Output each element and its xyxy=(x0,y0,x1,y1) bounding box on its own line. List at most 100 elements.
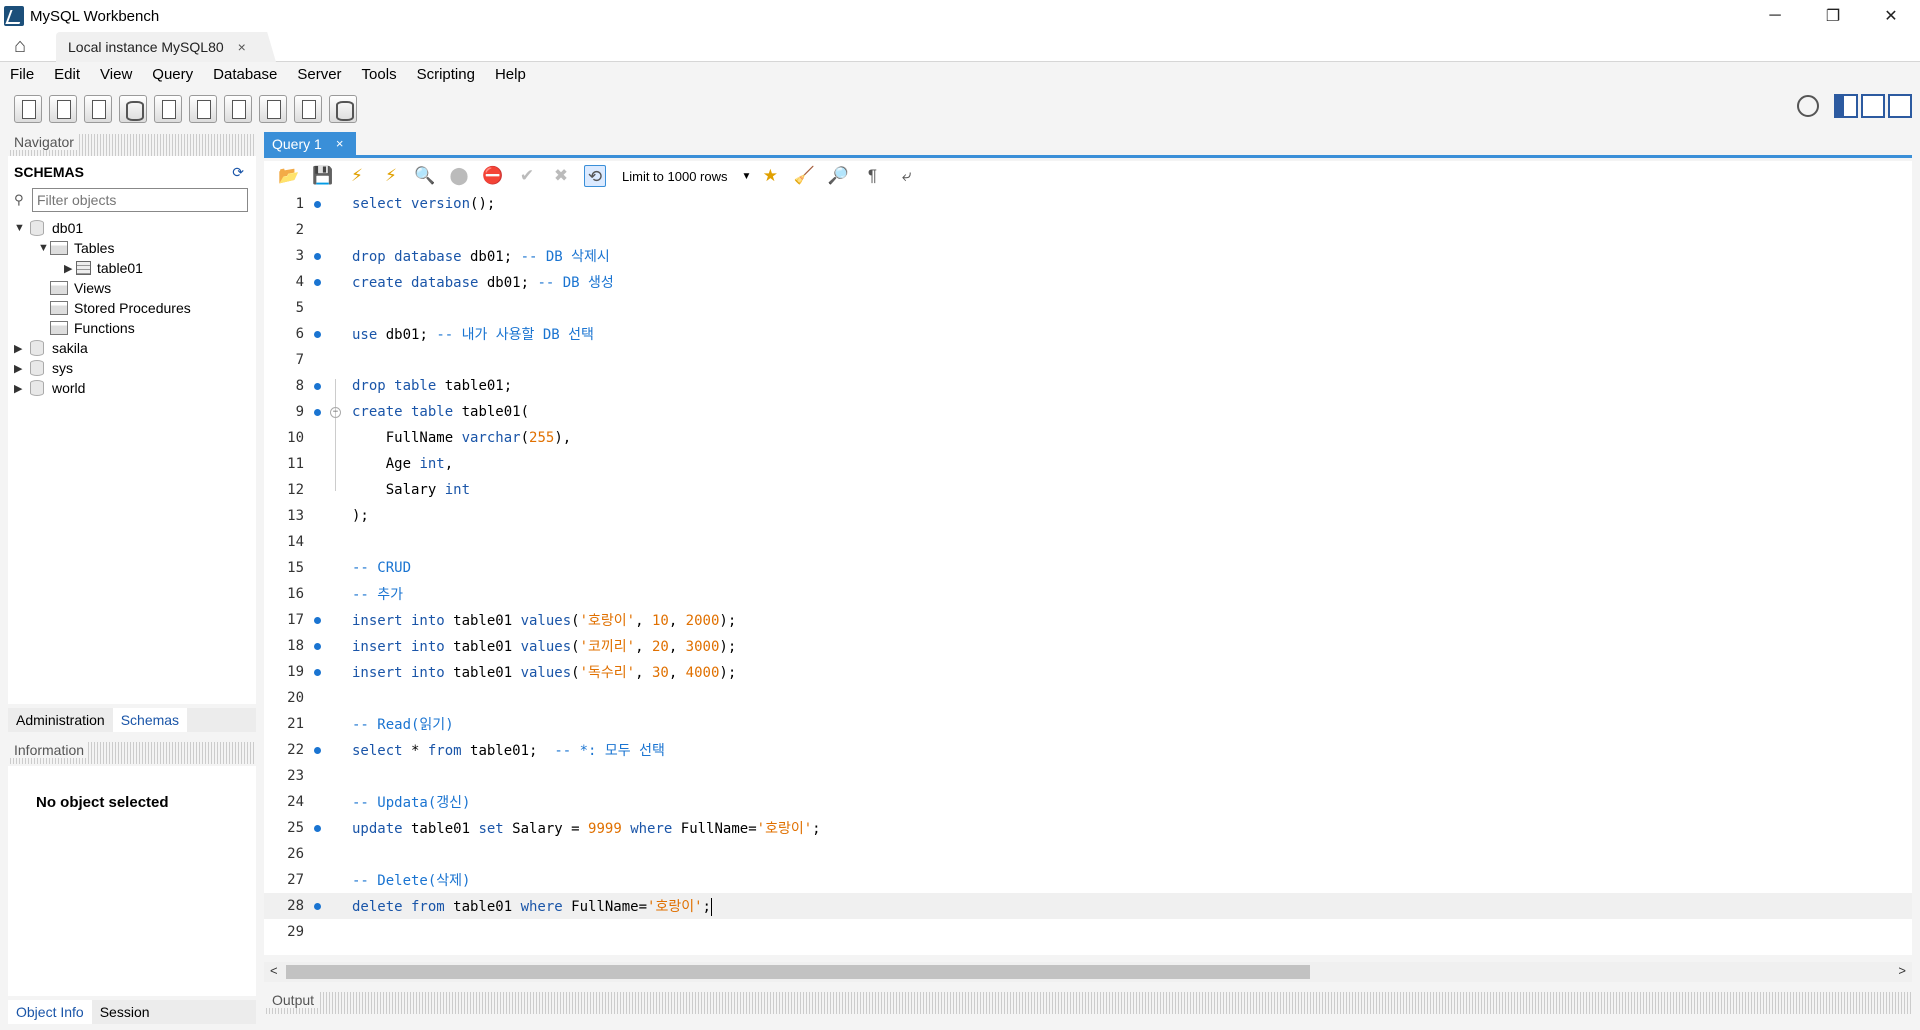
line-number: 13 xyxy=(287,508,304,524)
line-number: 25 xyxy=(287,820,304,836)
code-text: -- Delete(삭제) xyxy=(352,873,471,889)
sql-editor[interactable]: 1 select version(); 2 3 drop database db… xyxy=(264,191,1912,955)
collapse-arrow-icon[interactable]: ▼ xyxy=(14,222,26,234)
statement-marker-icon xyxy=(314,382,321,390)
tree-item-world[interactable]: ▶ world xyxy=(14,378,85,398)
line-number: 24 xyxy=(287,794,304,810)
execute-current-icon[interactable]: ⚡ xyxy=(380,165,402,187)
create-function-icon[interactable] xyxy=(259,95,287,123)
menu-file[interactable]: File xyxy=(0,66,44,83)
tree-item-stored-procedures[interactable]: Stored Procedures xyxy=(50,298,191,318)
tree-item-sys[interactable]: ▶ sys xyxy=(14,358,73,378)
tree-item-label: db01 xyxy=(52,220,84,236)
connection-tab[interactable]: Local instance MySQL80 × xyxy=(56,32,276,62)
open-file-icon[interactable]: 📂 xyxy=(278,165,300,187)
create-schema-icon[interactable] xyxy=(119,95,147,123)
tree-item-db01[interactable]: ▼ db01 xyxy=(14,218,83,238)
rollback-icon[interactable]: ✖ xyxy=(550,165,572,187)
autocommit-icon[interactable]: ⟲ xyxy=(584,165,606,187)
horizontal-scrollbar[interactable]: < > xyxy=(264,962,1912,982)
tree-item-sakila[interactable]: ▶ sakila xyxy=(14,338,88,358)
menu-help[interactable]: Help xyxy=(485,66,536,83)
menu-database[interactable]: Database xyxy=(203,66,287,83)
toggle-sidebar-icon[interactable] xyxy=(1834,94,1858,118)
layout-controls xyxy=(1797,94,1912,118)
line-number: 12 xyxy=(287,482,304,498)
tab-object-info[interactable]: Object Info xyxy=(8,1000,92,1024)
statement-marker-icon xyxy=(314,616,321,624)
title-bar: MySQL Workbench ─ ❐ ✕ xyxy=(0,0,1920,32)
word-wrap-icon[interactable]: ⤶ xyxy=(895,165,917,187)
window-controls: ─ ❐ ✕ xyxy=(1746,0,1920,32)
search-table-data-icon[interactable] xyxy=(294,95,322,123)
tree-item-functions[interactable]: Functions xyxy=(50,318,135,338)
inspector-icon[interactable] xyxy=(84,95,112,123)
expand-arrow-icon[interactable]: ▶ xyxy=(14,382,26,395)
line-number: 17 xyxy=(287,612,304,628)
connection-tab-strip: ⌂ Local instance MySQL80 × xyxy=(0,32,1920,62)
query-tab-close-icon[interactable]: × xyxy=(336,136,344,151)
tab-schemas[interactable]: Schemas xyxy=(112,708,188,732)
collapse-arrow-icon[interactable]: ▼ xyxy=(38,242,50,254)
save-icon[interactable]: 💾 xyxy=(312,165,334,187)
tab-administration[interactable]: Administration xyxy=(8,708,113,732)
tree-item-tables[interactable]: ▼ Tables xyxy=(38,238,114,258)
menu-tools[interactable]: Tools xyxy=(352,66,407,83)
menu-edit[interactable]: Edit xyxy=(44,66,90,83)
filter-objects-input[interactable] xyxy=(32,188,248,212)
scroll-right-icon[interactable]: > xyxy=(1898,963,1906,978)
information-panel: No object selected xyxy=(8,766,256,996)
new-sql-tab-icon[interactable] xyxy=(14,95,42,123)
commit-icon[interactable]: ✔ xyxy=(516,165,538,187)
code-line: 12 Salary int xyxy=(264,477,1912,503)
stop-icon[interactable]: ⬤ xyxy=(448,165,470,187)
tree-item-label: table01 xyxy=(97,260,143,276)
code-text: insert into table01 values('독수리', 30, 40… xyxy=(352,665,737,681)
code-line: 15 -- CRUD xyxy=(264,555,1912,581)
output-header: Output xyxy=(264,992,1912,1014)
create-view-icon[interactable] xyxy=(189,95,217,123)
refresh-icon[interactable]: ⟳ xyxy=(232,164,244,181)
folder-icon xyxy=(50,241,68,255)
reconnect-icon[interactable] xyxy=(329,95,357,123)
find-icon[interactable]: 🔎 xyxy=(827,165,849,187)
menu-query[interactable]: Query xyxy=(142,66,203,83)
scroll-left-icon[interactable]: < xyxy=(270,963,278,978)
main-toolbar xyxy=(0,90,1920,128)
line-number: 18 xyxy=(287,638,304,654)
home-icon[interactable]: ⌂ xyxy=(14,35,38,57)
menu-scripting[interactable]: Scripting xyxy=(407,66,485,83)
menu-view[interactable]: View xyxy=(90,66,142,83)
expand-arrow-icon[interactable]: ▶ xyxy=(14,342,26,355)
tab-query-1[interactable]: Query 1 × xyxy=(264,132,356,155)
code-line: 23 xyxy=(264,763,1912,789)
line-number: 20 xyxy=(287,690,304,706)
close-button[interactable]: ✕ xyxy=(1862,0,1920,32)
restore-button[interactable]: ❐ xyxy=(1804,0,1862,32)
toggle-output-icon[interactable] xyxy=(1861,94,1885,118)
preferences-icon[interactable] xyxy=(1797,95,1819,117)
tab-session[interactable]: Session xyxy=(92,1000,158,1024)
create-table-icon[interactable] xyxy=(154,95,182,123)
open-sql-script-icon[interactable] xyxy=(49,95,77,123)
scrollbar-thumb[interactable] xyxy=(286,965,1310,979)
execute-icon[interactable]: ⚡ xyxy=(346,165,368,187)
invisible-chars-icon[interactable]: ¶ xyxy=(861,165,883,187)
add-snippet-icon[interactable]: ★ xyxy=(759,165,781,187)
minimize-button[interactable]: ─ xyxy=(1746,0,1804,32)
tree-item-views[interactable]: Views xyxy=(50,278,111,298)
beautify-icon[interactable]: 🧹 xyxy=(793,165,815,187)
menu-server[interactable]: Server xyxy=(287,66,351,83)
limit-rows-select[interactable]: Limit to 1000 rows ▼ xyxy=(622,169,751,184)
statement-marker-icon xyxy=(314,330,321,338)
explain-icon[interactable]: 🔍 xyxy=(414,165,436,187)
fold-toggle-icon[interactable]: − xyxy=(330,406,341,418)
connection-tab-close-icon[interactable]: × xyxy=(238,39,246,55)
toggle-error-stop-icon[interactable]: ⛔ xyxy=(482,165,504,187)
tree-item-table01[interactable]: ▶ table01 xyxy=(64,258,143,278)
expand-arrow-icon[interactable]: ▶ xyxy=(64,262,76,275)
toggle-secondary-sidebar-icon[interactable] xyxy=(1888,94,1912,118)
code-line: 19 insert into table01 values('독수리', 30,… xyxy=(264,659,1912,685)
create-procedure-icon[interactable] xyxy=(224,95,252,123)
expand-arrow-icon[interactable]: ▶ xyxy=(14,362,26,375)
